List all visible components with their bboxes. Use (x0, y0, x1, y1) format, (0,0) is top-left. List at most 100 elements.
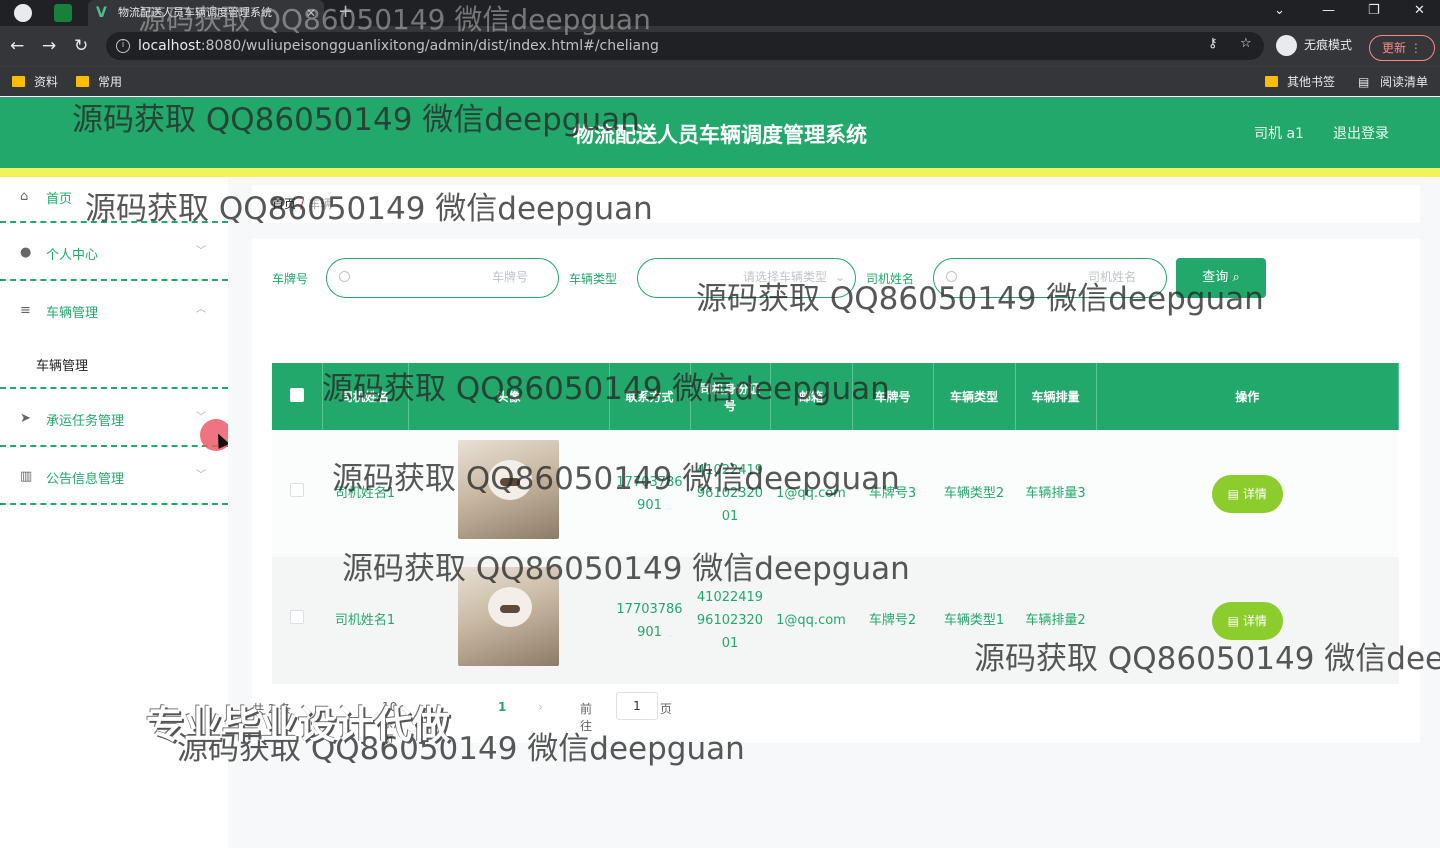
type-select[interactable]: 请选择车辆类型 ⌄ (637, 258, 856, 298)
detail-label: 详情 (1242, 486, 1267, 501)
query-button[interactable]: 查询 ⌕ (1176, 258, 1266, 298)
sidebar-item-notices[interactable]: ▥ 公告信息管理 ﹀ (0, 449, 228, 505)
next-page-icon[interactable]: › (538, 700, 543, 714)
sidebar: ⌂ 首页 ● 个人中心 ﹀ ≡ 车辆管理 ︿ 车辆管理 ➤ 承运任务管理 ﹀ ▥… (0, 177, 228, 848)
sidebar-item-home[interactable]: ⌂ 首页 (0, 177, 228, 223)
back-icon[interactable]: ← (10, 35, 24, 57)
folder-icon (1265, 76, 1278, 87)
sidebar-item-tasks[interactable]: ➤ 承运任务管理 ﹀ (0, 391, 228, 447)
chevron-down-icon: ⌄ (834, 270, 845, 284)
select-all-checkbox[interactable] (289, 388, 304, 402)
incognito-label: 无痕模式 (1304, 38, 1353, 52)
reading-list-icon: ▤ (1358, 75, 1370, 89)
chevron-down-icon: ﹀ (196, 470, 206, 481)
bookmark-folder-ziliao[interactable]: 资料 (12, 73, 58, 91)
url-input[interactable]: i localhost:8080/wuliupeisongguanlixiton… (106, 32, 1264, 60)
search-icon: ⌕ (1232, 270, 1240, 285)
displacement-cell: 车辆排量3 (1015, 430, 1096, 557)
home-icon: ⌂ (20, 189, 29, 204)
sidebar-item-profile[interactable]: ● 个人中心 ﹀ (0, 225, 228, 281)
other-bookmarks[interactable]: 其他书签 (1265, 73, 1335, 91)
driver-placeholder: 司机姓名 (1087, 270, 1136, 284)
forward-icon[interactable]: → (42, 35, 56, 57)
browser-tab[interactable]: V 物流配送人员车辆调度管理系统 ✕ (88, 0, 324, 26)
email-cell: 1@qq.com (770, 557, 852, 684)
driver-label: 司机姓名 (866, 272, 915, 286)
update-label: 更新 (1382, 41, 1407, 55)
driver-name-cell: 司机姓名1 (322, 430, 408, 557)
chevron-down-icon: ﹀ (196, 246, 206, 257)
goto-page-input[interactable]: 1 (616, 692, 658, 720)
row-select-cell (272, 430, 322, 557)
close-window-icon[interactable]: ✕ (1414, 0, 1425, 22)
minimize-icon[interactable]: — (1322, 0, 1335, 22)
avatar (458, 567, 559, 666)
chevron-down-icon: ﹀ (196, 412, 206, 423)
incognito-icon (1276, 35, 1297, 56)
current-user[interactable]: 司机 a1 (1254, 123, 1304, 143)
row-select-cell (272, 557, 322, 684)
sidebar-item-vehicles[interactable]: ≡ 车辆管理 ︿ (0, 283, 228, 339)
driver-name-cell: 司机姓名1 (322, 557, 408, 684)
address-bar-row: ← → ↻ i localhost:8080/wuliupeisongguanl… (0, 26, 1440, 66)
col-header: 司机身份证号 (690, 363, 771, 430)
update-button[interactable]: 更新 ⋮ (1369, 35, 1435, 61)
action-cell: ▤ 详情 (1096, 557, 1399, 684)
search-icon (946, 271, 957, 282)
detail-button[interactable]: ▤ 详情 (1211, 601, 1283, 640)
header-stripe (0, 168, 1440, 177)
logout-link[interactable]: 退出登录 (1333, 123, 1389, 143)
sidebar-subitem-vehicle-management[interactable]: 车辆管理 (36, 355, 88, 374)
new-tab-icon[interactable]: + (338, 0, 353, 24)
plate-cell: 车牌号2 (852, 557, 933, 684)
phone-cell: 17703786901 (609, 430, 690, 557)
breadcrumb-separator: / (300, 197, 305, 211)
col-header: 司机姓名 (322, 363, 409, 430)
type-label: 车辆类型 (569, 272, 618, 286)
row-checkbox[interactable] (290, 610, 304, 624)
plate-input[interactable]: 车牌号 (326, 258, 559, 298)
goto-label: 前往 (580, 702, 593, 733)
chart-icon: ▥ (20, 469, 33, 484)
plate-label: 车牌号 (272, 272, 309, 286)
reading-list[interactable]: ▤ 阅读清单 (1358, 73, 1428, 91)
close-tab-icon[interactable]: ✕ (306, 0, 316, 26)
avatar-cell (408, 557, 609, 684)
driver-input[interactable]: 司机姓名 (933, 258, 1167, 298)
breadcrumb-home[interactable]: 首页 (272, 197, 296, 211)
pagination-total: 共 2 条 (252, 702, 292, 716)
sidebar-item-label: 承运任务管理 (46, 414, 125, 429)
col-header: 操作 (1096, 363, 1399, 430)
folder-icon (76, 76, 89, 87)
bookmark-label: 常用 (98, 75, 123, 89)
maximize-icon[interactable]: ❐ (1368, 0, 1380, 22)
divider (0, 387, 228, 389)
tab-group-icon[interactable] (54, 4, 72, 22)
page-size-select[interactable]: 10条/页 (382, 700, 398, 748)
reload-icon[interactable]: ↻ (74, 35, 88, 57)
browser-tabbar: V 物流配送人员车辆调度管理系统 ✕ + ⌄ — ❐ ✕ (0, 0, 1440, 26)
page-number[interactable]: 1 (498, 700, 506, 714)
type-cell: 车辆类型2 (933, 430, 1015, 557)
bookmark-label: 资料 (34, 75, 59, 89)
sidebar-item-label: 公告信息管理 (46, 472, 125, 487)
incognito-indicator[interactable]: 无痕模式 (1276, 34, 1352, 56)
breadcrumb-current: 车辆 (308, 197, 333, 211)
chevron-up-icon: ︿ (196, 304, 206, 315)
email-cell: 1@qq.com (770, 430, 852, 557)
bookmark-star-icon[interactable]: ☆ (1240, 36, 1252, 51)
detail-button[interactable]: ▤ 详情 (1211, 474, 1283, 513)
other-bookmarks-label: 其他书签 (1287, 75, 1336, 89)
folder-icon (12, 76, 25, 87)
select-all-header[interactable] (272, 363, 323, 430)
sidebar-item-label: 车辆管理 (46, 306, 99, 321)
action-cell: ▤ 详情 (1096, 430, 1399, 557)
site-info-icon[interactable]: i (116, 39, 130, 53)
key-icon[interactable]: ⚷ (1208, 36, 1218, 51)
tab-search-icon[interactable]: ⌄ (1274, 0, 1285, 22)
browser-menu-icon[interactable] (14, 4, 32, 22)
bookmark-folder-changyong[interactable]: 常用 (76, 73, 122, 91)
app-title: 物流配送人员车辆调度管理系统 (573, 123, 867, 147)
row-checkbox[interactable] (290, 483, 304, 497)
table-header-row: 司机姓名 头像 联系方式 司机身份证号 邮箱 车牌号 车辆类型 车辆排量 操作 (272, 363, 1399, 430)
